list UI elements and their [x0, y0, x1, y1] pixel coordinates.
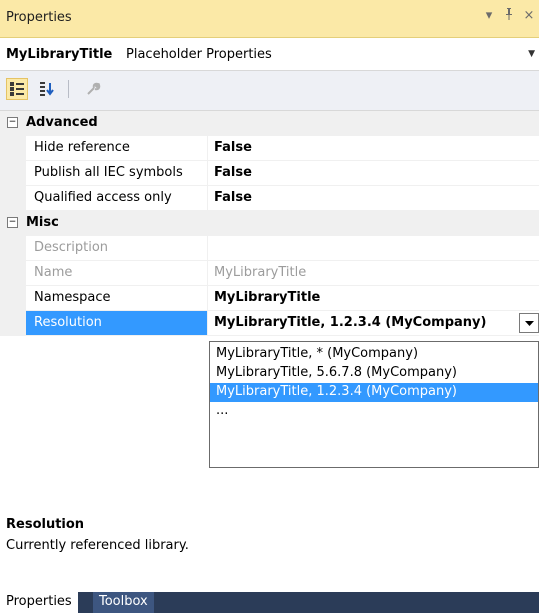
property-value[interactable]: MyLibraryTitle	[208, 286, 539, 311]
resolution-dropdown-button[interactable]	[519, 313, 539, 333]
property-name: Publish all IEC symbols	[26, 161, 208, 186]
property-value: MyLibraryTitle	[208, 261, 539, 286]
property-name: Namespace	[26, 286, 208, 311]
description-pane: Resolution Currently referenced library.	[0, 510, 539, 570]
category-misc[interactable]: − Misc	[0, 211, 539, 236]
collapse-icon[interactable]: −	[7, 117, 18, 128]
category-advanced[interactable]: − Advanced	[0, 111, 539, 136]
property-name: Name	[26, 261, 208, 286]
categorized-icon	[10, 82, 24, 96]
dropdown-option-selected[interactable]: MyLibraryTitle, 1.2.3.4 (MyCompany)	[210, 383, 538, 402]
properties-title-bar: Properties ▾ ×	[0, 0, 539, 38]
alphabetical-sort-icon	[40, 82, 54, 96]
property-name: Description	[26, 236, 208, 261]
property-value[interactable]: MyLibraryTitle, 1.2.3.4 (MyCompany)	[208, 311, 539, 336]
alphabetical-button[interactable]	[36, 78, 58, 100]
property-name: Resolution	[26, 311, 208, 336]
property-name: Qualified access only	[26, 186, 208, 211]
description-title: Resolution	[6, 517, 85, 532]
property-row-description[interactable]: Description	[0, 236, 539, 261]
pin-icon[interactable]	[503, 8, 515, 24]
property-value	[208, 236, 539, 261]
property-value[interactable]: False	[208, 186, 539, 211]
chevron-down-icon[interactable]: ▼	[528, 49, 535, 59]
dropdown-option[interactable]: MyLibraryTitle, 5.6.7.8 (MyCompany)	[210, 364, 538, 383]
property-row-hide-reference[interactable]: Hide reference False	[0, 136, 539, 161]
window-title: Properties	[6, 10, 72, 25]
dropdown-option[interactable]: ...	[210, 402, 538, 421]
object-selector[interactable]: MyLibraryTitle Placeholder Properties ▼	[0, 38, 539, 71]
dropdown-option[interactable]: MyLibraryTitle, * (MyCompany)	[210, 345, 538, 364]
property-grid: − Advanced Hide reference False Publish …	[0, 111, 539, 336]
description-text: Currently referenced library.	[6, 538, 189, 553]
collapse-icon[interactable]: −	[7, 217, 18, 228]
properties-toolbar	[0, 71, 539, 111]
property-row-qualified-access-only[interactable]: Qualified access only False	[0, 186, 539, 211]
tab-properties[interactable]: Properties	[0, 592, 78, 613]
property-pages-button[interactable]	[82, 78, 104, 100]
category-label: Misc	[26, 215, 59, 230]
property-row-namespace[interactable]: Namespace MyLibraryTitle	[0, 286, 539, 311]
property-row-resolution[interactable]: Resolution MyLibraryTitle, 1.2.3.4 (MyCo…	[0, 311, 539, 336]
window-controls: ▾ ×	[483, 8, 535, 24]
window-position-dropdown-icon[interactable]: ▾	[483, 8, 495, 24]
selected-object-type: Placeholder Properties	[126, 47, 272, 62]
selected-object-name: MyLibraryTitle	[6, 47, 113, 62]
property-row-name[interactable]: Name MyLibraryTitle	[0, 261, 539, 286]
property-name: Hide reference	[26, 136, 208, 161]
property-pages-icon	[87, 82, 101, 95]
chevron-down-icon	[524, 320, 534, 326]
tab-toolbox[interactable]: Toolbox	[93, 592, 154, 613]
category-label: Advanced	[26, 115, 98, 130]
tool-window-tabs: Properties Toolbox	[0, 592, 539, 613]
close-icon[interactable]: ×	[523, 8, 535, 24]
property-value[interactable]: False	[208, 136, 539, 161]
categorized-button[interactable]	[6, 78, 28, 100]
property-row-publish-all-iec-symbols[interactable]: Publish all IEC symbols False	[0, 161, 539, 186]
resolution-dropdown-list[interactable]: MyLibraryTitle, * (MyCompany) MyLibraryT…	[209, 341, 539, 468]
toolbar-separator	[68, 80, 69, 98]
property-value[interactable]: False	[208, 161, 539, 186]
